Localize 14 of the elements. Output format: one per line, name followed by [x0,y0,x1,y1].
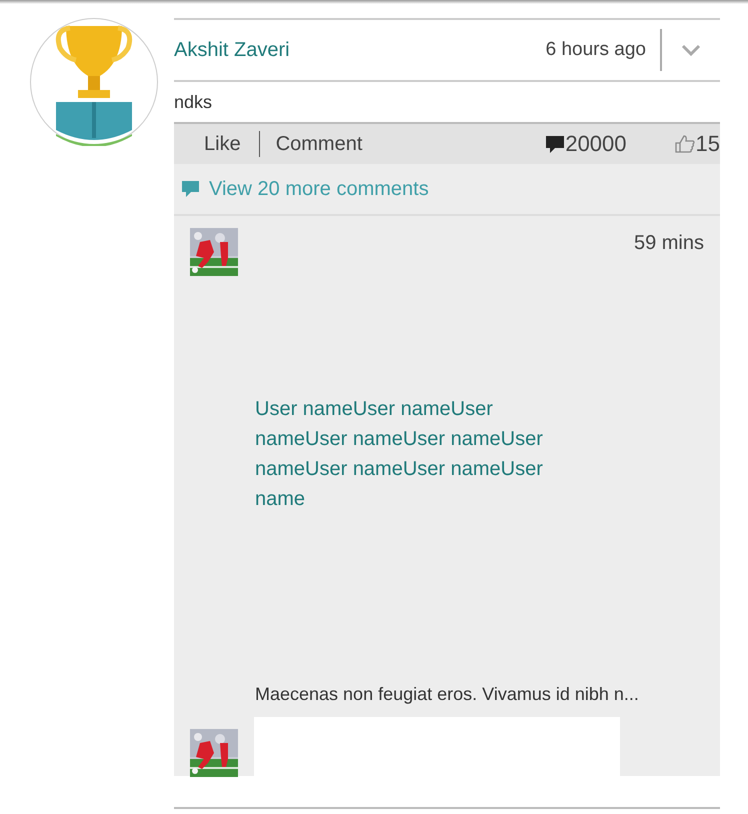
chevron-down-icon [681,44,701,56]
author-name[interactable]: Akshit Zaveri [174,38,290,62]
action-button[interactable]: Comment [276,132,380,156]
like-count: 15 [696,131,720,157]
speech-bubble-icon [182,181,199,197]
comment-count: 20000 [565,131,627,157]
speech-bubble-icon [546,136,564,152]
post-time: 6 hours ago [546,39,647,61]
thumbs-up-icon [674,135,695,153]
user-name[interactable]: User nameUser nameUser nameUser nameUser nameUser nameUser nameUser nameUser name [255,394,565,514]
comment-time: 59 mins [634,232,704,255]
comment-text: Maecenas non feugiat eros. Vivamus id nibh n... [255,684,639,705]
post-text: ndks [174,90,214,114]
action-button[interactable]: Like [174,132,259,156]
